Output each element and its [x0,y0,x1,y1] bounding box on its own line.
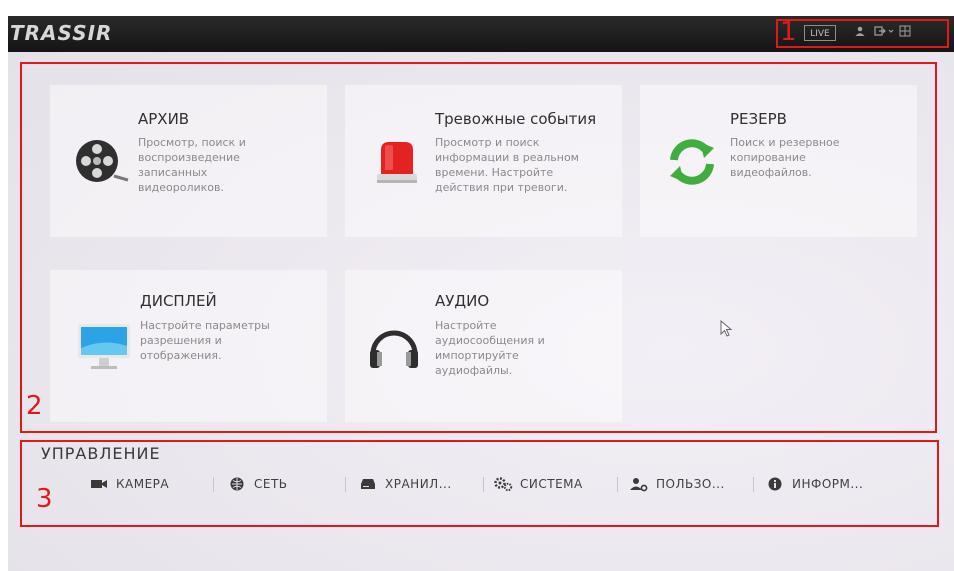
annotation-box-3 [20,440,939,527]
annotation-box-1 [776,19,949,48]
annotation-number-3: 3 [36,484,53,514]
trassir-logo: TRASSIR [10,21,113,45]
annotation-number-2: 2 [26,391,43,421]
annotation-box-2 [20,62,937,433]
annotation-number-1: 1 [780,17,797,47]
